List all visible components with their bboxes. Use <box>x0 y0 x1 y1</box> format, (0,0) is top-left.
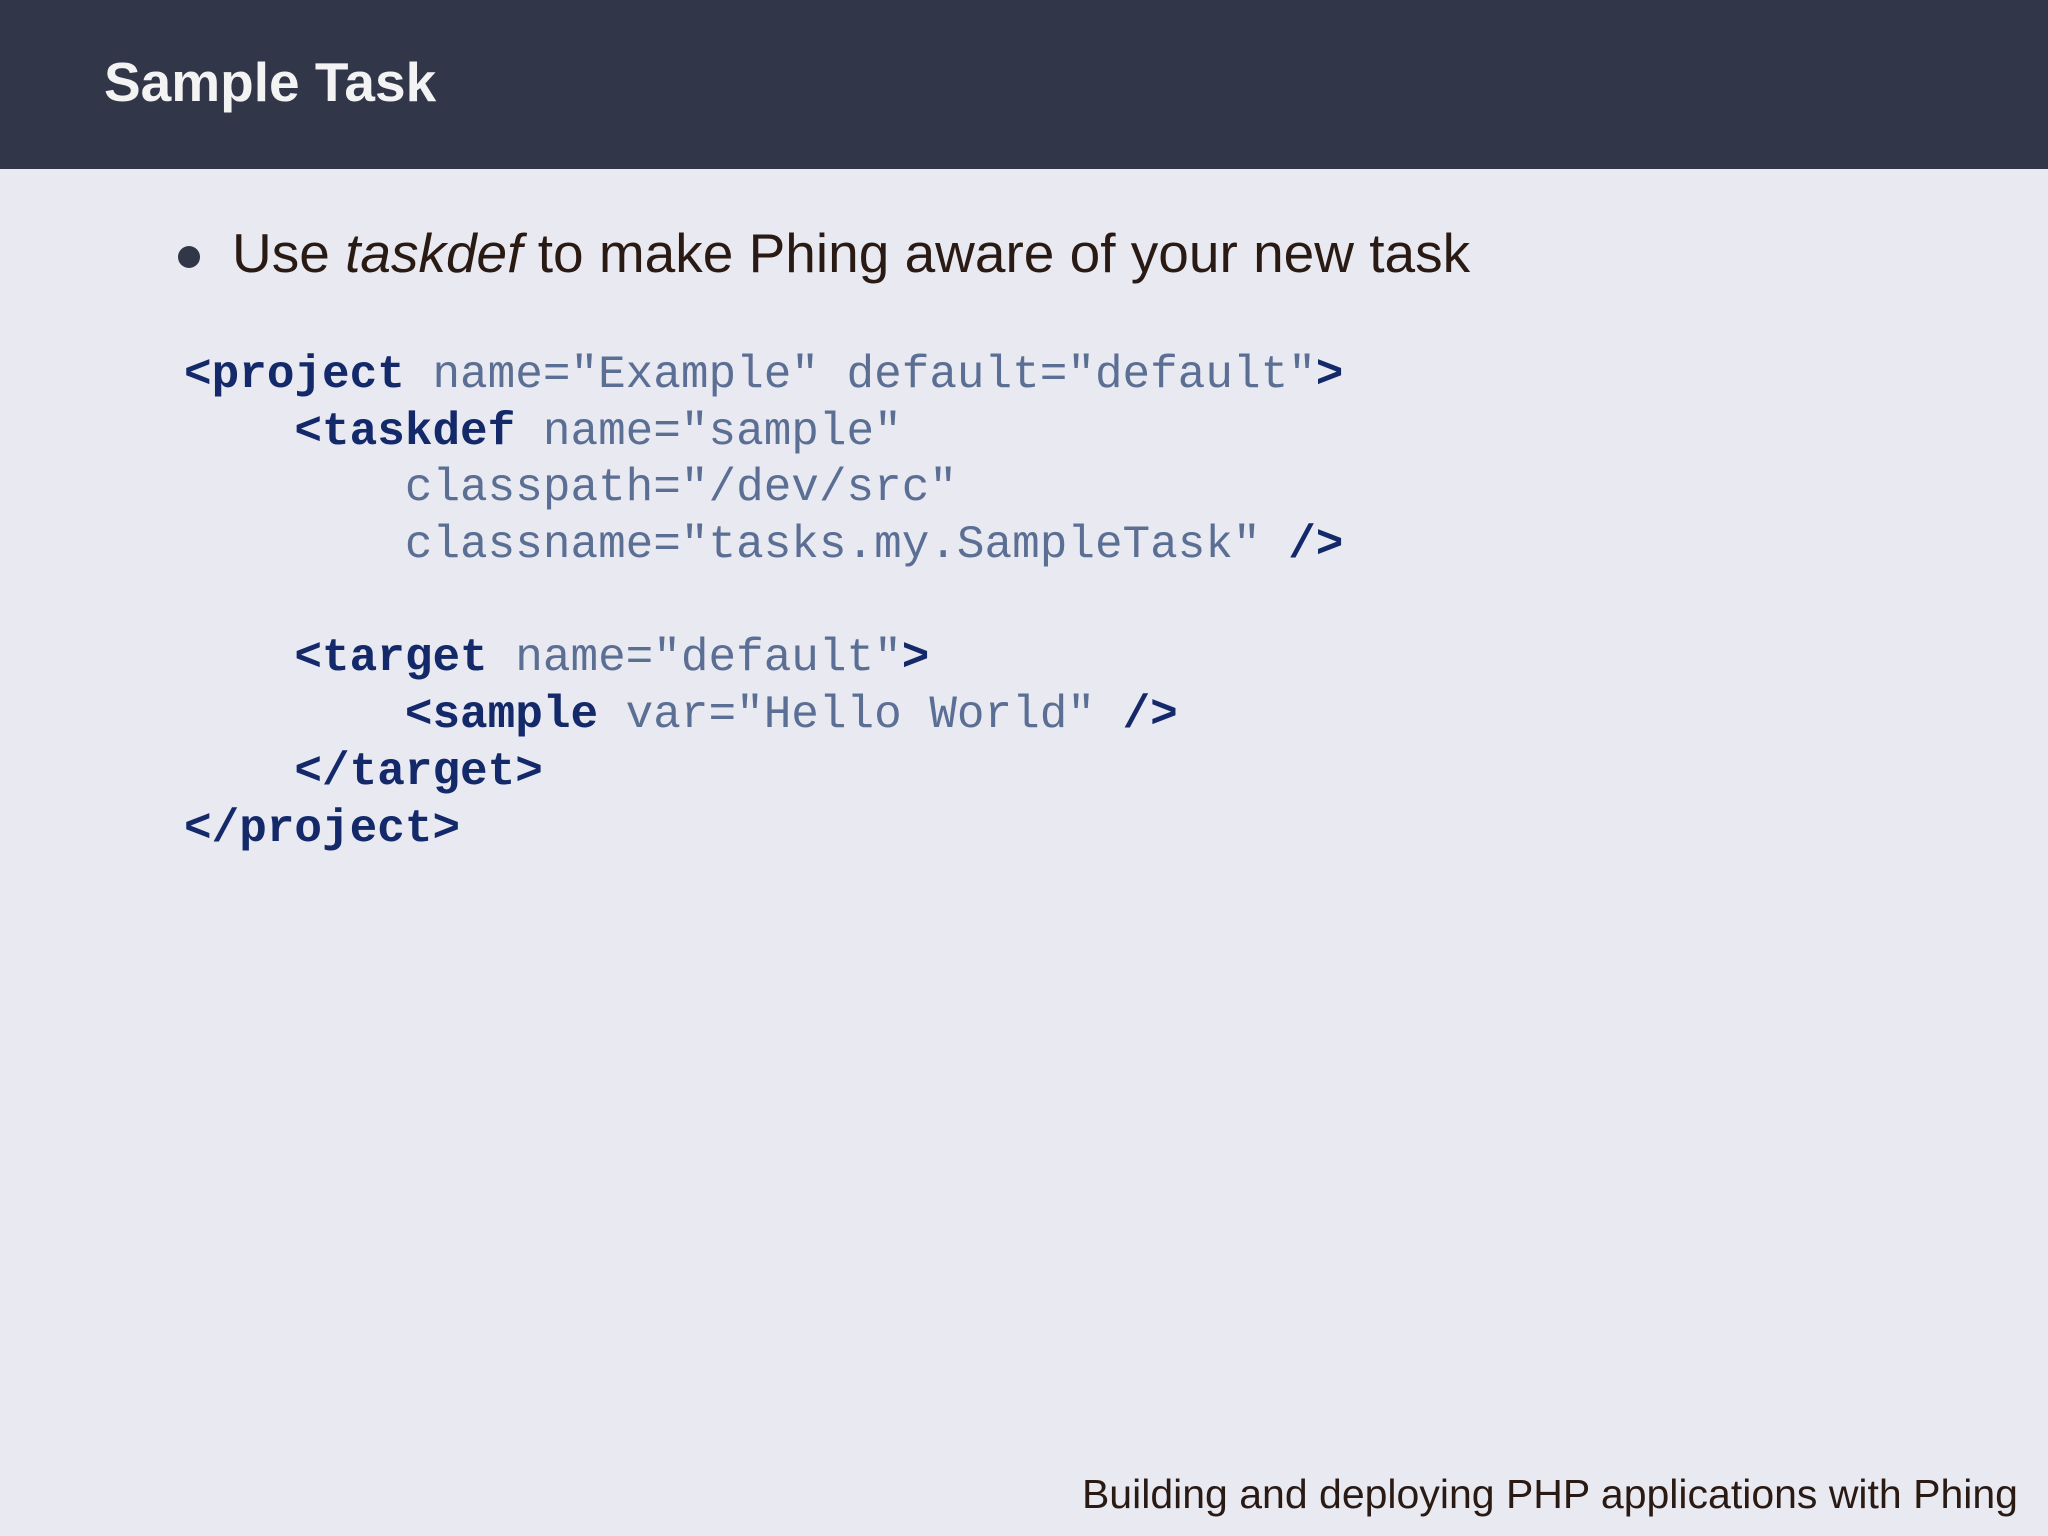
code-tag-token: /> <box>1288 519 1344 572</box>
bullet-text-before: Use <box>232 222 346 284</box>
code-tag-token: /> <box>1122 689 1178 742</box>
slide-header: Sample Task <box>0 0 2048 169</box>
code-tag-token: </target> <box>184 745 543 798</box>
code-attr-token: var="Hello World" <box>598 689 1123 742</box>
bullet-item: Use taskdef to make Phing aware of your … <box>178 218 1470 288</box>
code-tag-token: </project> <box>184 802 461 855</box>
code-line: <sample var="Hello World" /> <box>184 687 1343 744</box>
code-attr-token: name="default" <box>487 632 902 685</box>
code-tag-token: > <box>1315 349 1344 401</box>
code-line: <taskdef name="sample" <box>184 404 1343 461</box>
code-attr-token: classpath="/dev/src" <box>184 462 957 515</box>
code-attr-token: name="Example" default="default" <box>404 349 1316 401</box>
bullet-icon <box>178 246 200 268</box>
slide-title: Sample Task <box>104 51 437 113</box>
code-line: <target name="default"> <box>184 630 1343 687</box>
code-line: </project> <box>184 801 1343 858</box>
code-line: <project name="Example" default="default… <box>184 347 1343 404</box>
code-line: classname="tasks.my.SampleTask" /> <box>184 517 1344 574</box>
slide-footer: Building and deploying PHP applications … <box>1081 1471 2018 1517</box>
bullet-text-after: to make Phing aware of your new task <box>522 222 1471 284</box>
code-attr-token: classname="tasks.my.SampleTask" <box>184 519 1289 572</box>
code-tag-token: <sample <box>184 689 599 742</box>
code-line: classpath="/dev/src" <box>184 460 1343 517</box>
code-tag-token: <taskdef <box>184 405 516 458</box>
code-tag-token: <project <box>184 349 405 401</box>
code-block: <project name="Example" default="default… <box>184 347 1343 857</box>
bullet-text-emphasis: taskdef <box>345 222 523 284</box>
code-attr-token: name="sample" <box>515 405 902 458</box>
bullet-text: Use taskdef to make Phing aware of your … <box>232 220 1470 286</box>
code-tag-token: > <box>901 632 930 685</box>
code-tag-token: <target <box>184 632 488 685</box>
code-line: </target> <box>184 744 1343 801</box>
